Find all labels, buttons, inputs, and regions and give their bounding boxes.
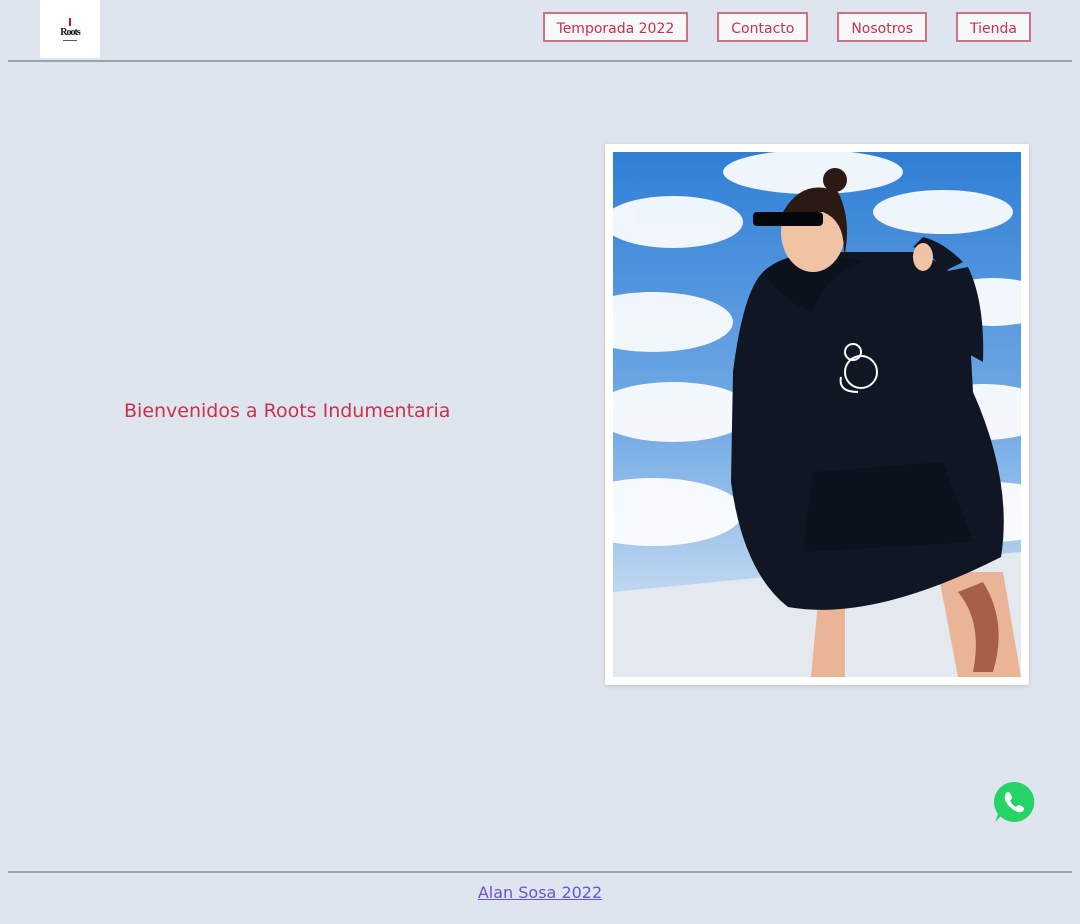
main-nav: Temporada 2022 Contacto Nosotros Tienda <box>542 12 1031 42</box>
whatsapp-icon <box>994 781 1035 822</box>
footer-credit-link[interactable]: Alan Sosa 2022 <box>8 883 1072 902</box>
hero-image <box>613 152 1021 677</box>
nav-temporada-2022[interactable]: Temporada 2022 <box>542 12 689 42</box>
nav-nosotros[interactable]: Nosotros <box>837 12 928 42</box>
nav-tienda[interactable]: Tienda <box>956 12 1031 42</box>
hero-image-frame <box>605 144 1029 685</box>
nav-contacto[interactable]: Contacto <box>717 12 809 42</box>
logo-text: Roots <box>60 26 80 38</box>
whatsapp-button[interactable] <box>992 780 1036 824</box>
site-header: Roots Temporada 2022 Contacto Nosotros T… <box>8 0 1072 62</box>
logo-underline <box>63 39 77 41</box>
site-footer: Alan Sosa 2022 <box>8 871 1072 902</box>
logo-mark <box>69 17 71 26</box>
hero-title: Bienvenidos a Roots Indumentaria <box>124 400 451 422</box>
roots-logo[interactable]: Roots <box>40 0 100 58</box>
